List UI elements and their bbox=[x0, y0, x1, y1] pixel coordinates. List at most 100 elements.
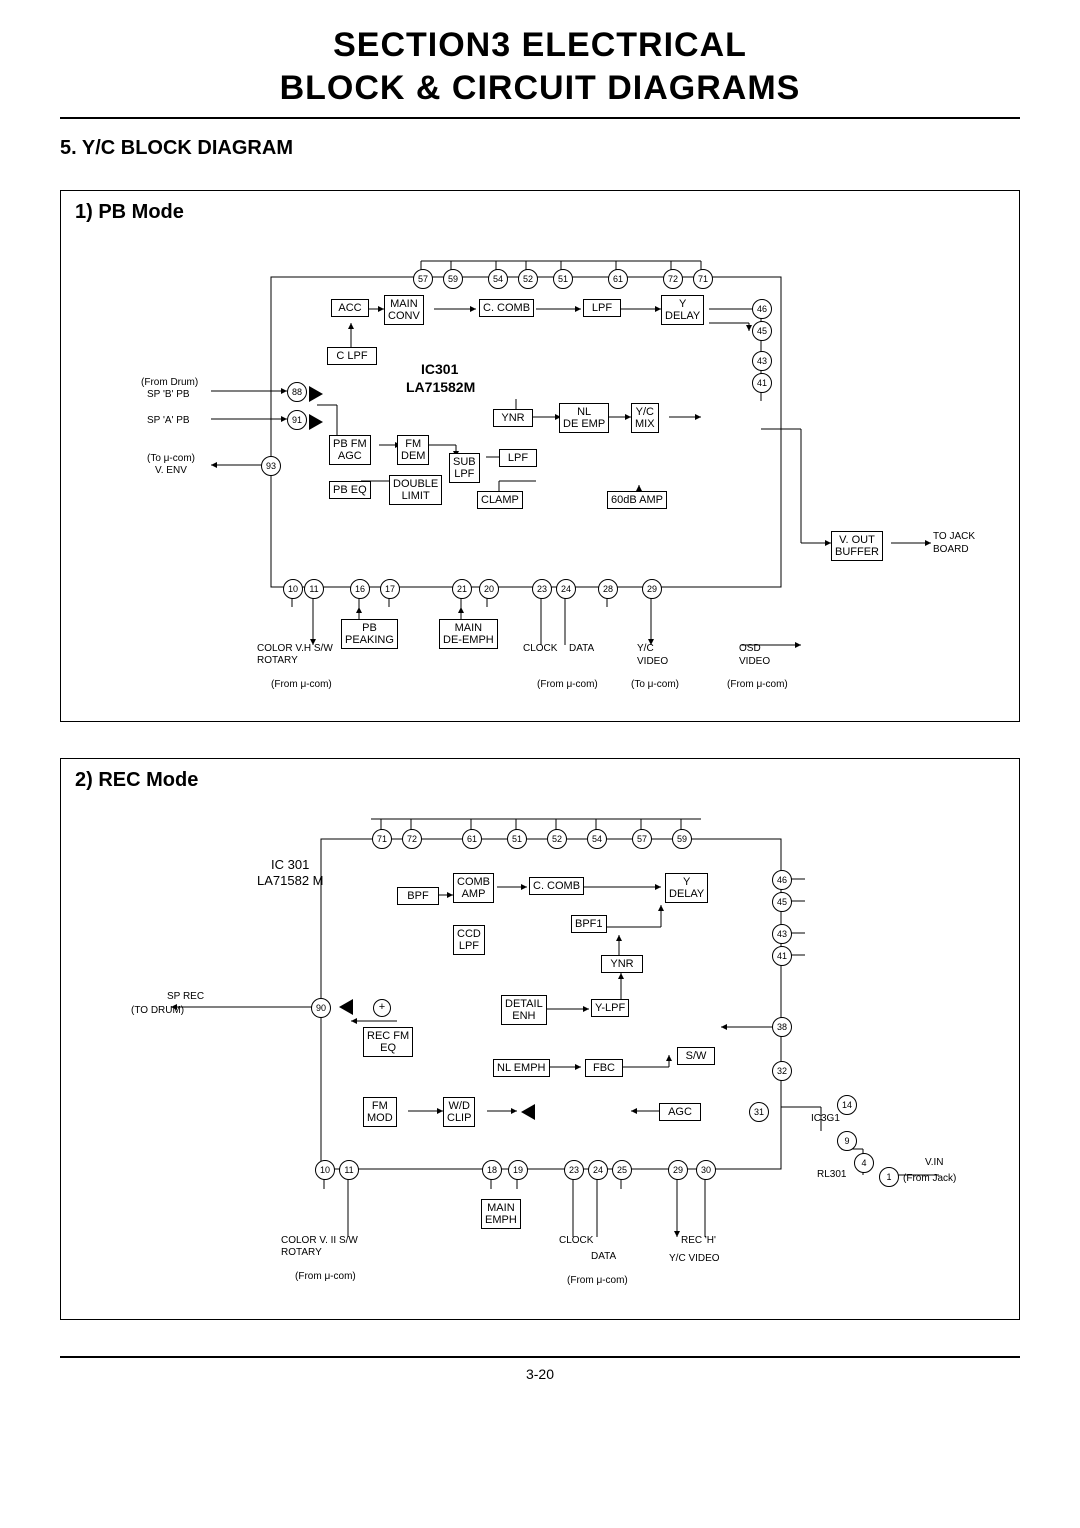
block-ccomb2: C. COMB bbox=[529, 877, 584, 895]
block-voutbuf: V. OUT BUFFER bbox=[831, 531, 883, 561]
rec-mode-frame: 2) REC Mode bbox=[60, 758, 1020, 1320]
block-detail: DETAIL ENH bbox=[501, 995, 547, 1025]
pin: 45 bbox=[772, 892, 792, 912]
lbl-toucom: (To μ-com) bbox=[147, 453, 195, 466]
block-clpf: C LPF bbox=[327, 347, 377, 365]
pin: 72 bbox=[663, 269, 683, 289]
pin: 19 bbox=[508, 1160, 528, 1180]
rec-ic-label1: IC 301 bbox=[271, 857, 309, 873]
lbl-data2: DATA bbox=[591, 1251, 616, 1264]
rec-ic-label2: LA71582 M bbox=[257, 873, 324, 889]
rec-diagram-svg bbox=[61, 759, 1021, 1319]
lbl-rl301: RL301 bbox=[817, 1169, 846, 1182]
lbl-from-ucom1: (From μ-com) bbox=[537, 679, 598, 692]
pin: 46 bbox=[752, 299, 772, 319]
pin: 23 bbox=[564, 1160, 584, 1180]
pin: 41 bbox=[752, 373, 772, 393]
lbl-rotary2: ROTARY bbox=[281, 1247, 322, 1260]
block-60db: 60dB AMP bbox=[607, 491, 667, 509]
lbl-todrum: (TO DRUM) bbox=[131, 1005, 184, 1018]
pin: 32 bbox=[772, 1061, 792, 1081]
block-nlemph: NL EMPH bbox=[493, 1059, 550, 1077]
pin: 14 bbox=[837, 1095, 857, 1115]
pin: 20 bbox=[479, 579, 499, 599]
block-sublpf: SUB LPF bbox=[449, 453, 480, 483]
pin: 88 bbox=[287, 382, 307, 402]
ic-label1: IC301 bbox=[421, 361, 458, 379]
pin: 61 bbox=[462, 829, 482, 849]
rec-mode-title: 2) REC Mode bbox=[61, 759, 1019, 802]
pin: 71 bbox=[372, 829, 392, 849]
block-ynr2: YNR bbox=[601, 955, 643, 973]
subsection-title: 5. Y/C BLOCK DIAGRAM bbox=[60, 137, 1020, 160]
block-recfmeq: REC FM EQ bbox=[363, 1027, 413, 1057]
pin: 59 bbox=[672, 829, 692, 849]
amp-icon bbox=[309, 414, 323, 430]
block-dlimit: DOUBLE LIMIT bbox=[389, 475, 442, 505]
block-clamp: CLAMP bbox=[477, 491, 523, 509]
block-bpf: BPF bbox=[397, 887, 439, 905]
block-ydelay: Y DELAY bbox=[661, 295, 704, 325]
pin: 46 bbox=[772, 870, 792, 890]
section-line1: SECTION3 ELECTRICAL bbox=[333, 26, 747, 64]
lbl-colorvii: COLOR V. II S/W bbox=[281, 1235, 358, 1248]
pin: 45 bbox=[752, 321, 772, 341]
pin: 4 bbox=[854, 1153, 874, 1173]
lbl-fromucom3: (From μ-com) bbox=[295, 1271, 356, 1284]
block-fmmod: FM MOD bbox=[363, 1097, 397, 1127]
pin: 10 bbox=[283, 579, 303, 599]
amp-icon bbox=[339, 999, 353, 1015]
block-acc: ACC bbox=[331, 299, 369, 317]
pin: 51 bbox=[507, 829, 527, 849]
block-lpf: LPF bbox=[583, 299, 621, 317]
block-pbfmagc: PB FM AGC bbox=[329, 435, 371, 465]
lbl-data: DATA bbox=[569, 643, 594, 656]
summer-icon: + bbox=[373, 999, 391, 1017]
pin: 17 bbox=[380, 579, 400, 599]
block-ylpf: Y-LPF bbox=[591, 999, 629, 1017]
pin: 24 bbox=[588, 1160, 608, 1180]
block-wdclip: W/D CLIP bbox=[443, 1097, 475, 1127]
page: SECTION3 ELECTRICAL BLOCK & CIRCUIT DIAG… bbox=[0, 0, 1080, 1452]
block-sw: S/W bbox=[677, 1047, 715, 1065]
pin: 10 bbox=[315, 1160, 335, 1180]
pin: 23 bbox=[532, 579, 552, 599]
pin: 71 bbox=[693, 269, 713, 289]
pin: 18 bbox=[482, 1160, 502, 1180]
lbl-rotary: ROTARY bbox=[257, 655, 298, 668]
lbl-tojack: TO JACK BOARD bbox=[933, 531, 975, 556]
lbl-spb: SP 'B' PB bbox=[147, 389, 190, 402]
pin: 29 bbox=[642, 579, 662, 599]
block-ycmix: Y/C MIX bbox=[631, 403, 659, 433]
block-lpf2: LPF bbox=[499, 449, 537, 467]
lbl-to-ucom2: (To μ-com) bbox=[631, 679, 679, 692]
section-title: SECTION3 ELECTRICAL BLOCK & CIRCUIT DIAG… bbox=[60, 24, 1020, 109]
pin: 38 bbox=[772, 1017, 792, 1037]
lbl-vin: V.IN bbox=[925, 1157, 944, 1170]
pin: 25 bbox=[612, 1160, 632, 1180]
block-pbeq: PB EQ bbox=[329, 481, 371, 499]
amp-icon bbox=[521, 1104, 535, 1120]
pin: 72 bbox=[402, 829, 422, 849]
pin: 1 bbox=[879, 1167, 899, 1187]
pin: 30 bbox=[696, 1160, 716, 1180]
block-agc: AGC bbox=[659, 1103, 701, 1121]
pin: 52 bbox=[518, 269, 538, 289]
title-rule bbox=[60, 117, 1020, 119]
block-ydelay2: Y DELAY bbox=[665, 873, 708, 903]
pin: 90 bbox=[311, 998, 331, 1018]
lbl-rech: REC 'H' bbox=[681, 1235, 716, 1248]
block-fmdem: FM DEM bbox=[397, 435, 429, 465]
block-bpf1: BPF1 bbox=[571, 915, 607, 933]
ic-label2: LA71582M bbox=[406, 379, 475, 397]
lbl-venv: V. ENV bbox=[155, 465, 187, 478]
pin: 93 bbox=[261, 456, 281, 476]
block-fbc: FBC bbox=[585, 1059, 623, 1077]
pin: 28 bbox=[598, 579, 618, 599]
pin: 61 bbox=[608, 269, 628, 289]
lbl-ic3g1: IC3G1 bbox=[811, 1113, 840, 1126]
pin: 51 bbox=[553, 269, 573, 289]
block-ccomb: C. COMB bbox=[479, 299, 534, 317]
lbl-ycvideo2: Y/C VIDEO bbox=[669, 1253, 720, 1266]
pin: 9 bbox=[837, 1131, 857, 1151]
